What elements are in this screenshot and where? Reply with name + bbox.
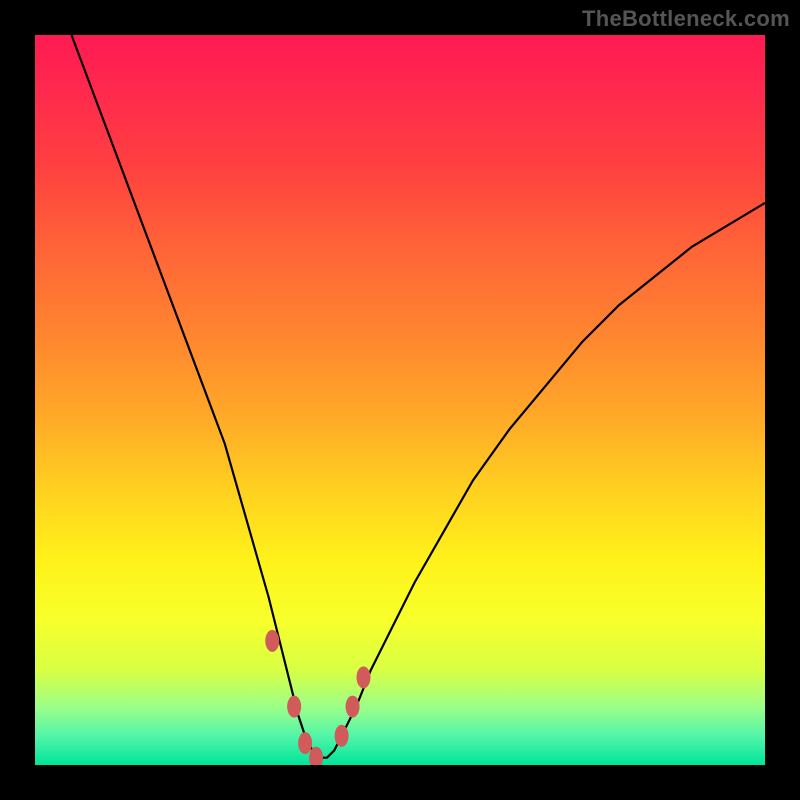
bottleneck-curve: [72, 35, 766, 758]
bottleneck-curve-svg: [35, 35, 765, 765]
chart-frame: TheBottleneck.com: [0, 0, 800, 800]
curve-marker: [265, 630, 279, 652]
plot-area: [35, 35, 765, 765]
curve-marker: [357, 666, 371, 688]
watermark-text: TheBottleneck.com: [582, 6, 790, 32]
curve-marker: [298, 732, 312, 754]
curve-marker: [287, 696, 301, 718]
curve-marker: [346, 696, 360, 718]
curve-marker: [335, 725, 349, 747]
